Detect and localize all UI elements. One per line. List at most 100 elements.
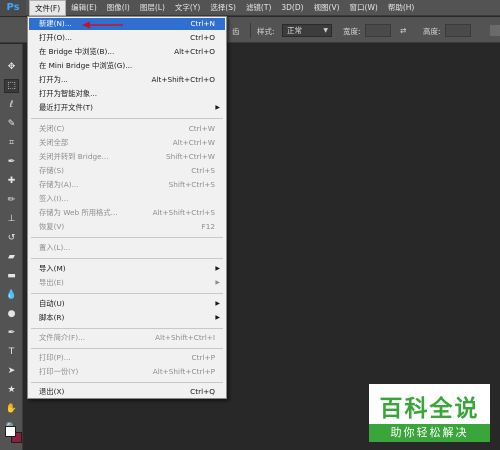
gradient-icon[interactable]: ▬ [4,269,19,283]
menu-item-shortcut: Ctrl+S [191,166,215,175]
menu-item-shortcut: Ctrl+O [190,33,215,42]
menu-3d[interactable]: 3D(D) [276,0,308,16]
width-label: 宽度: [343,27,361,36]
brush-icon[interactable]: ✏ [4,193,19,207]
menu-item-shortcut: Alt+Ctrl+O [174,47,215,56]
height-input[interactable] [445,24,471,37]
marquee-icon[interactable]: ⬚ [4,79,19,93]
watermark-subtitle: 助你轻松解决 [369,424,490,442]
menu-item-save-as[interactable]: 存储为(A)... Shift+Ctrl+S [29,179,225,191]
submenu-arrow-icon: ▶ [215,279,220,286]
menu-item-browse-mini-bridge[interactable]: 在 Mini Bridge 中浏览(G)... [29,60,225,72]
move-icon[interactable]: ✥ [4,60,19,74]
menu-item-label: 文件简介(F)... [39,333,86,342]
pen-icon[interactable]: ✒ [4,326,19,340]
style-select[interactable]: 正常 ▼ [282,24,332,37]
foreground-color-swatch[interactable] [5,426,16,437]
tool-panel: ✥ ⬚ ℓ ✎ ⌗ ✒ ✚ ✏ ⊥ ↺ ▰ ▬ 💧 ● ✒ T ➤ ★ ✋ 🔍 [0,44,23,450]
menu-separator [31,258,223,259]
menu-item-check-in[interactable]: 签入(I)... [29,193,225,205]
menu-item-open-as[interactable]: 打开为... Alt+Shift+Ctrl+O [29,74,225,86]
menu-item-shortcut: Alt+Shift+Ctrl+P [152,367,215,376]
eyedropper-icon[interactable]: ✒ [4,155,19,169]
type-icon[interactable]: T [4,345,19,359]
menu-help[interactable]: 帮助(H) [383,0,420,16]
width-input[interactable] [365,24,391,37]
menu-item-close[interactable]: 关闭(C) Ctrl+W [29,123,225,135]
menu-item-label: 最近打开文件(T) [39,103,93,112]
menu-image[interactable]: 图像(I) [102,0,135,16]
menu-edit[interactable]: 编辑(E) [66,0,102,16]
menu-item-import[interactable]: 导入(M) ▶ [29,263,225,275]
menu-item-label: 在 Mini Bridge 中浏览(G)... [39,61,133,70]
menu-item-revert[interactable]: 恢复(V) F12 [29,221,225,233]
menu-file[interactable]: 文件(F) [29,0,67,16]
eraser-icon[interactable]: ▰ [4,250,19,264]
menu-item-shortcut: Alt+Shift+Ctrl+S [152,208,215,217]
menu-item-place[interactable]: 置入(L)... [29,242,225,254]
chevron-down-icon: ▼ [323,27,328,34]
crop-icon[interactable]: ⌗ [4,136,19,150]
menu-type[interactable]: 文字(Y) [170,0,205,16]
blur-icon[interactable]: 💧 [4,288,19,302]
menu-layer[interactable]: 图层(L) [135,0,170,16]
menu-item-label: 自动(U) [39,299,65,308]
menu-filter[interactable]: 滤镜(T) [241,0,276,16]
menu-item-browse-bridge[interactable]: 在 Bridge 中浏览(B)... Alt+Ctrl+O [29,46,225,58]
menu-item-save[interactable]: 存储(S) Ctrl+S [29,165,225,177]
menu-item-shortcut: Ctrl+P [191,353,216,362]
menu-item-label: 打印一份(Y) [39,367,79,376]
menu-item-label: 打开为智能对象... [39,89,98,98]
menu-item-open-smart-object[interactable]: 打开为智能对象... [29,88,225,100]
height-label: 高度: [423,27,441,36]
menu-item-recent-files[interactable]: 最近打开文件(T) ▶ [29,102,225,114]
clone-stamp-icon[interactable]: ⊥ [4,212,19,226]
menu-item-print[interactable]: 打印(P)... Ctrl+P [29,352,225,364]
menu-item-label: 打印(P)... [39,353,71,362]
menu-item-label: 退出(X) [39,387,65,396]
history-brush-icon[interactable]: ↺ [4,231,19,245]
submenu-arrow-icon: ▶ [215,265,220,272]
menu-item-label: 签入(I)... [39,194,69,203]
photoshop-logo: Ps [0,0,26,16]
menu-separator [31,328,223,329]
menu-item-export[interactable]: 导出(E) ▶ [29,277,225,289]
lasso-icon[interactable]: ℓ [4,98,19,112]
menu-separator [31,293,223,294]
shape-icon[interactable]: ★ [4,383,19,397]
quick-select-icon[interactable]: ✎ [4,117,19,131]
menu-bar: Ps 文件(F) 编辑(E) 图像(I) 图层(L) 文字(Y) 选择(S) 滤… [0,0,500,16]
menu-item-shortcut: F12 [201,222,215,231]
menu-item-close-all[interactable]: 关闭全部 Alt+Ctrl+W [29,137,225,149]
swap-icon[interactable]: ⇄ [400,26,406,35]
menu-item-shortcut: Shift+Ctrl+W [165,152,215,161]
menu-item-exit[interactable]: 退出(X) Ctrl+Q [29,386,225,398]
menu-window[interactable]: 窗口(W) [345,0,383,16]
path-select-icon[interactable]: ➤ [4,364,19,378]
menu-item-label: 存储为(A)... [39,180,79,189]
style-select-value: 正常 [287,26,302,35]
menu-item-shortcut: Alt+Shift+Ctrl+O [151,75,215,84]
menu-item-close-go-bridge[interactable]: 关闭并转到 Bridge... Shift+Ctrl+W [29,151,225,163]
menu-item-label: 关闭全部 [39,138,69,147]
menu-select[interactable]: 选择(S) [205,0,241,16]
menu-item-new[interactable]: 新建(N)... Ctrl+N [29,18,225,30]
menu-item-scripts[interactable]: 脚本(R) ▶ [29,312,225,324]
watermark-logo: 百科全说 助你轻松解决 [369,384,490,442]
options-bar-edge [490,25,500,36]
menu-view[interactable]: 视图(V) [309,0,345,16]
menu-item-label: 存储为 Web 所用格式... [39,208,118,217]
menu-item-label: 新建(N)... [39,19,72,28]
healing-brush-icon[interactable]: ✚ [4,174,19,188]
dodge-icon[interactable]: ● [4,307,19,321]
menu-item-label: 置入(L)... [39,243,71,252]
menu-item-open[interactable]: 打开(O)... Ctrl+O [29,32,225,44]
hand-icon[interactable]: ✋ [4,402,19,416]
menu-item-file-info[interactable]: 文件简介(F)... Alt+Shift+Ctrl+I [29,332,225,344]
menu-item-label: 导出(E) [39,278,64,287]
menu-item-automate[interactable]: 自动(U) ▶ [29,298,225,310]
submenu-arrow-icon: ▶ [215,314,220,321]
menu-item-print-one-copy[interactable]: 打印一份(Y) Alt+Shift+Ctrl+P [29,366,225,378]
menu-item-save-for-web[interactable]: 存储为 Web 所用格式... Alt+Shift+Ctrl+S [29,207,225,219]
menu-item-shortcut: Ctrl+W [188,124,215,133]
